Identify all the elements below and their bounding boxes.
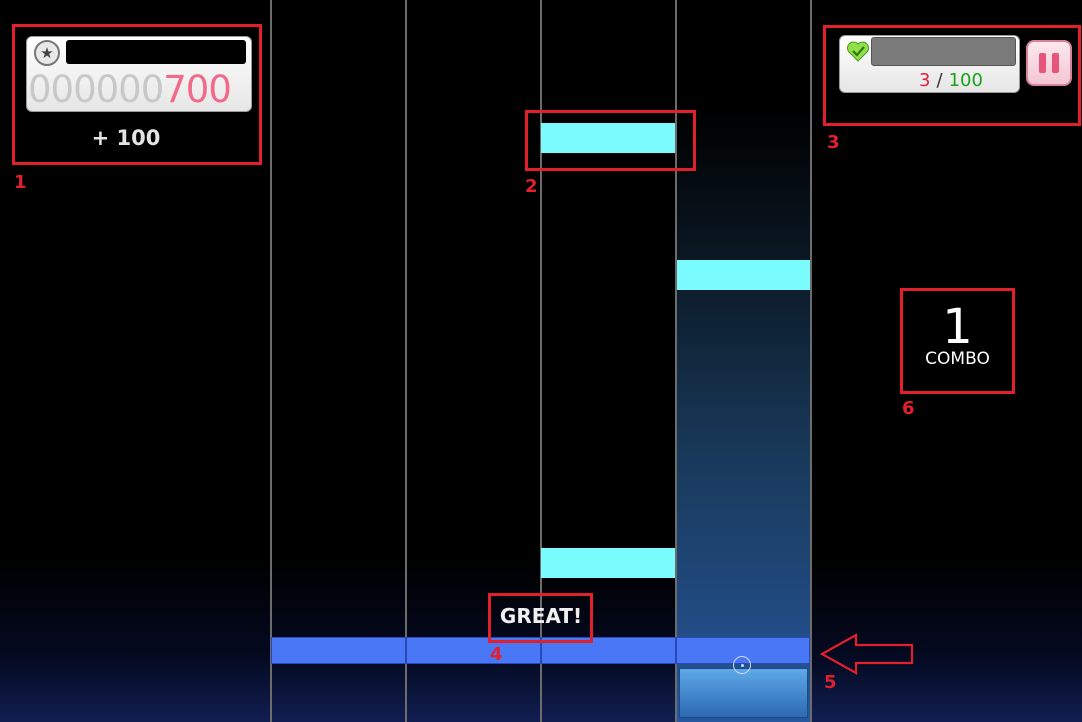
- lane-divider-5: [810, 0, 812, 722]
- lane-divider-1: [270, 0, 272, 722]
- note: [677, 260, 810, 290]
- annotation-label-5: 5: [824, 672, 837, 693]
- annotation-label-4: 4: [490, 644, 503, 665]
- annotation-box-1: [12, 24, 262, 165]
- lane-4-key-button[interactable]: [679, 668, 808, 718]
- annotation-arrow-icon: [819, 633, 914, 675]
- annotation-label-6: 6: [902, 398, 915, 419]
- lane-divider-4: [675, 0, 677, 722]
- lane-4-hold-glow: [677, 110, 810, 722]
- annotation-label-3: 3: [827, 132, 840, 153]
- annotation-label-2: 2: [525, 176, 538, 197]
- annotation-box-4: [488, 593, 593, 643]
- annotation-box-6: [900, 288, 1015, 394]
- lane-divider-2: [405, 0, 407, 722]
- annotation-box-3: [823, 25, 1081, 126]
- tap-indicator-dot: [741, 664, 744, 667]
- annotation-box-2: [525, 110, 696, 171]
- annotation-label-1: 1: [14, 172, 27, 193]
- note: [541, 548, 675, 578]
- judgement-line-segment: [271, 637, 406, 664]
